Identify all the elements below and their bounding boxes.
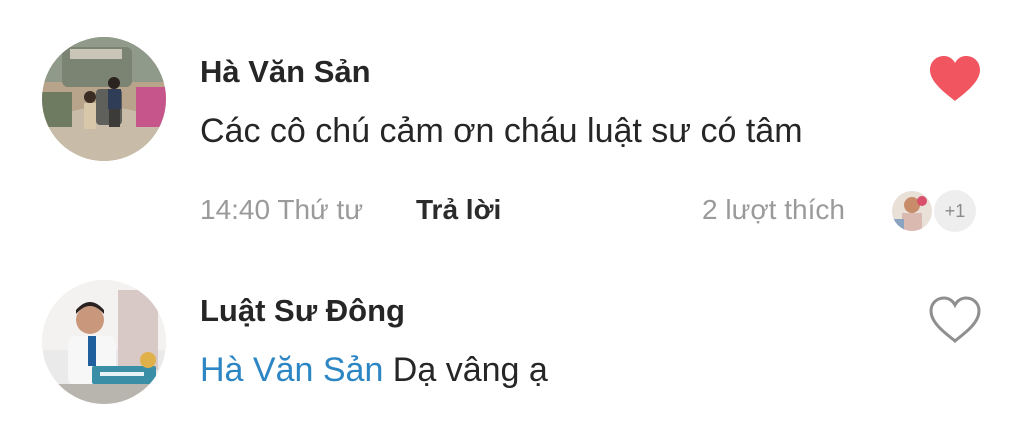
comment-item: Hà Văn Sản Các cô chú cảm ơn cháu luật s… [0,0,1024,260]
avatar[interactable] [42,280,166,404]
mention-link[interactable]: Hà Văn Sản [200,351,383,389]
comment-text: Các cô chú cảm ơn cháu luật sư có tâm [200,112,803,150]
more-likers-badge[interactable]: +1 [934,190,976,232]
liker-photo [892,191,932,231]
reply-button[interactable]: Trả lời [416,194,501,226]
avatar-photo [42,280,166,404]
comment-text-body: Dạ vâng ạ [383,351,548,389]
heart-outline-icon[interactable] [928,295,982,345]
avatar[interactable] [42,37,166,161]
comment-author[interactable]: Luật Sư Đông [200,293,405,329]
comment-text: Hà Văn Sản Dạ vâng ạ [200,351,548,390]
heart-filled-icon[interactable] [928,54,982,104]
like-count[interactable]: 2 lượt thích [702,194,845,226]
comment-timestamp: 14:40 Thứ tư [200,194,364,225]
liker-avatar[interactable] [890,189,934,233]
comment-author[interactable]: Hà Văn Sản [200,54,371,90]
comment-item: Luật Sư Đông Hà Văn Sản Dạ vâng ạ [0,262,1024,422]
avatar-photo [42,37,166,161]
